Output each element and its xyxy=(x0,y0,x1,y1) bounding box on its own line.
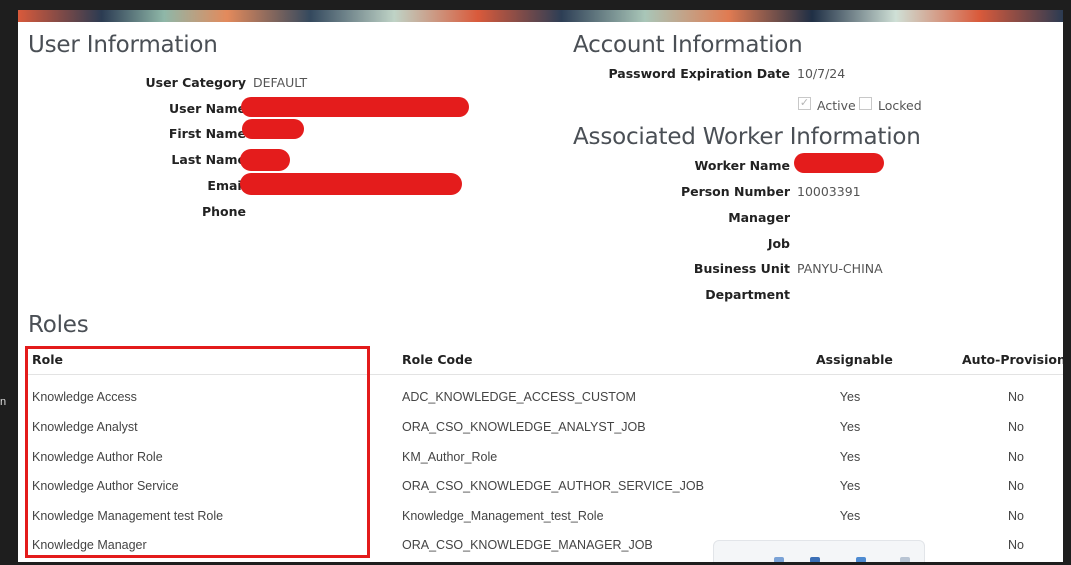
assignable-column-header[interactable]: Assignable xyxy=(816,352,893,367)
role-code-cell: ORA_CSO_KNOWLEDGE_AUTHOR_SERVICE_JOB xyxy=(402,479,704,493)
role-code-cell: KM_Author_Role xyxy=(402,450,498,464)
auto-provisioned-cell: No xyxy=(1008,509,1024,523)
role-code-cell: Knowledge_Management_test_Role xyxy=(402,509,604,523)
business-unit-value: PANYU-CHINA xyxy=(797,261,883,276)
role-code-cell: ORA_CSO_KNOWLEDGE_MANAGER_JOB xyxy=(402,538,653,552)
business-unit-label: Business Unit xyxy=(693,261,790,276)
email-redaction xyxy=(240,173,462,195)
toolbar-icon[interactable] xyxy=(900,557,910,562)
last-name-redaction xyxy=(240,149,290,171)
manager-label: Manager xyxy=(728,210,790,225)
auto-provisioned-cell: No xyxy=(1008,420,1024,434)
user-category-value: DEFAULT xyxy=(253,75,308,90)
phone-label: Phone xyxy=(201,204,246,219)
user-category-label: User Category xyxy=(145,75,247,90)
person-number-value: 10003391 xyxy=(797,184,861,199)
auto-provisioned-cell: No xyxy=(1008,479,1024,493)
user-name-redaction xyxy=(241,97,469,117)
worker-name-label: Worker Name xyxy=(694,158,790,173)
assignable-cell: Yes xyxy=(839,509,861,523)
auto-provisioned-column-header[interactable]: Auto-Provisioned xyxy=(962,352,1063,367)
auto-provisioned-cell: No xyxy=(1008,450,1024,464)
auto-provisioned-cell: No xyxy=(1008,538,1024,552)
assignable-cell: Yes xyxy=(839,450,861,464)
worker-name-redaction xyxy=(794,153,884,173)
active-label: Active xyxy=(817,98,856,113)
role-code-cell: ORA_CSO_KNOWLEDGE_ANALYST_JOB xyxy=(402,420,646,434)
password-expiration-label: Password Expiration Date xyxy=(608,66,790,81)
auto-provisioned-cell: No xyxy=(1008,390,1024,404)
person-number-label: Person Number xyxy=(680,184,790,199)
role-code-column-header[interactable]: Role Code xyxy=(402,352,473,367)
job-label: Job xyxy=(767,236,790,251)
account-information-title: Account Information xyxy=(573,32,803,58)
email-label: Email xyxy=(207,178,246,193)
first-name-label: First Name xyxy=(168,126,246,141)
password-expiration-value: 10/7/24 xyxy=(797,66,846,81)
assignable-cell: Yes xyxy=(839,390,861,404)
user-detail-panel: User Information User Category DEFAULT U… xyxy=(18,22,1063,562)
user-information-title: User Information xyxy=(28,32,218,58)
assignable-cell: Yes xyxy=(839,479,861,493)
last-name-label: Last Name xyxy=(171,152,246,167)
worker-information-title: Associated Worker Information xyxy=(573,124,921,150)
role-code-cell: ADC_KNOWLEDGE_ACCESS_CUSTOM xyxy=(402,390,636,404)
toolbar-icon[interactable] xyxy=(774,557,784,562)
roles-title: Roles xyxy=(28,312,89,338)
active-checkbox[interactable]: ✓ xyxy=(798,97,811,110)
left-edge-text: n xyxy=(0,396,7,408)
first-name-redaction xyxy=(242,119,304,139)
roles-highlight-box xyxy=(25,346,370,558)
floating-toolbar[interactable] xyxy=(713,540,925,562)
locked-checkbox[interactable] xyxy=(859,97,872,110)
user-name-label: User Name xyxy=(169,101,246,116)
department-label: Department xyxy=(705,287,790,302)
assignable-cell: Yes xyxy=(839,420,861,434)
locked-label: Locked xyxy=(878,98,922,113)
toolbar-icon[interactable] xyxy=(856,557,866,562)
header-banner xyxy=(18,10,1063,22)
toolbar-icon[interactable] xyxy=(810,557,820,562)
